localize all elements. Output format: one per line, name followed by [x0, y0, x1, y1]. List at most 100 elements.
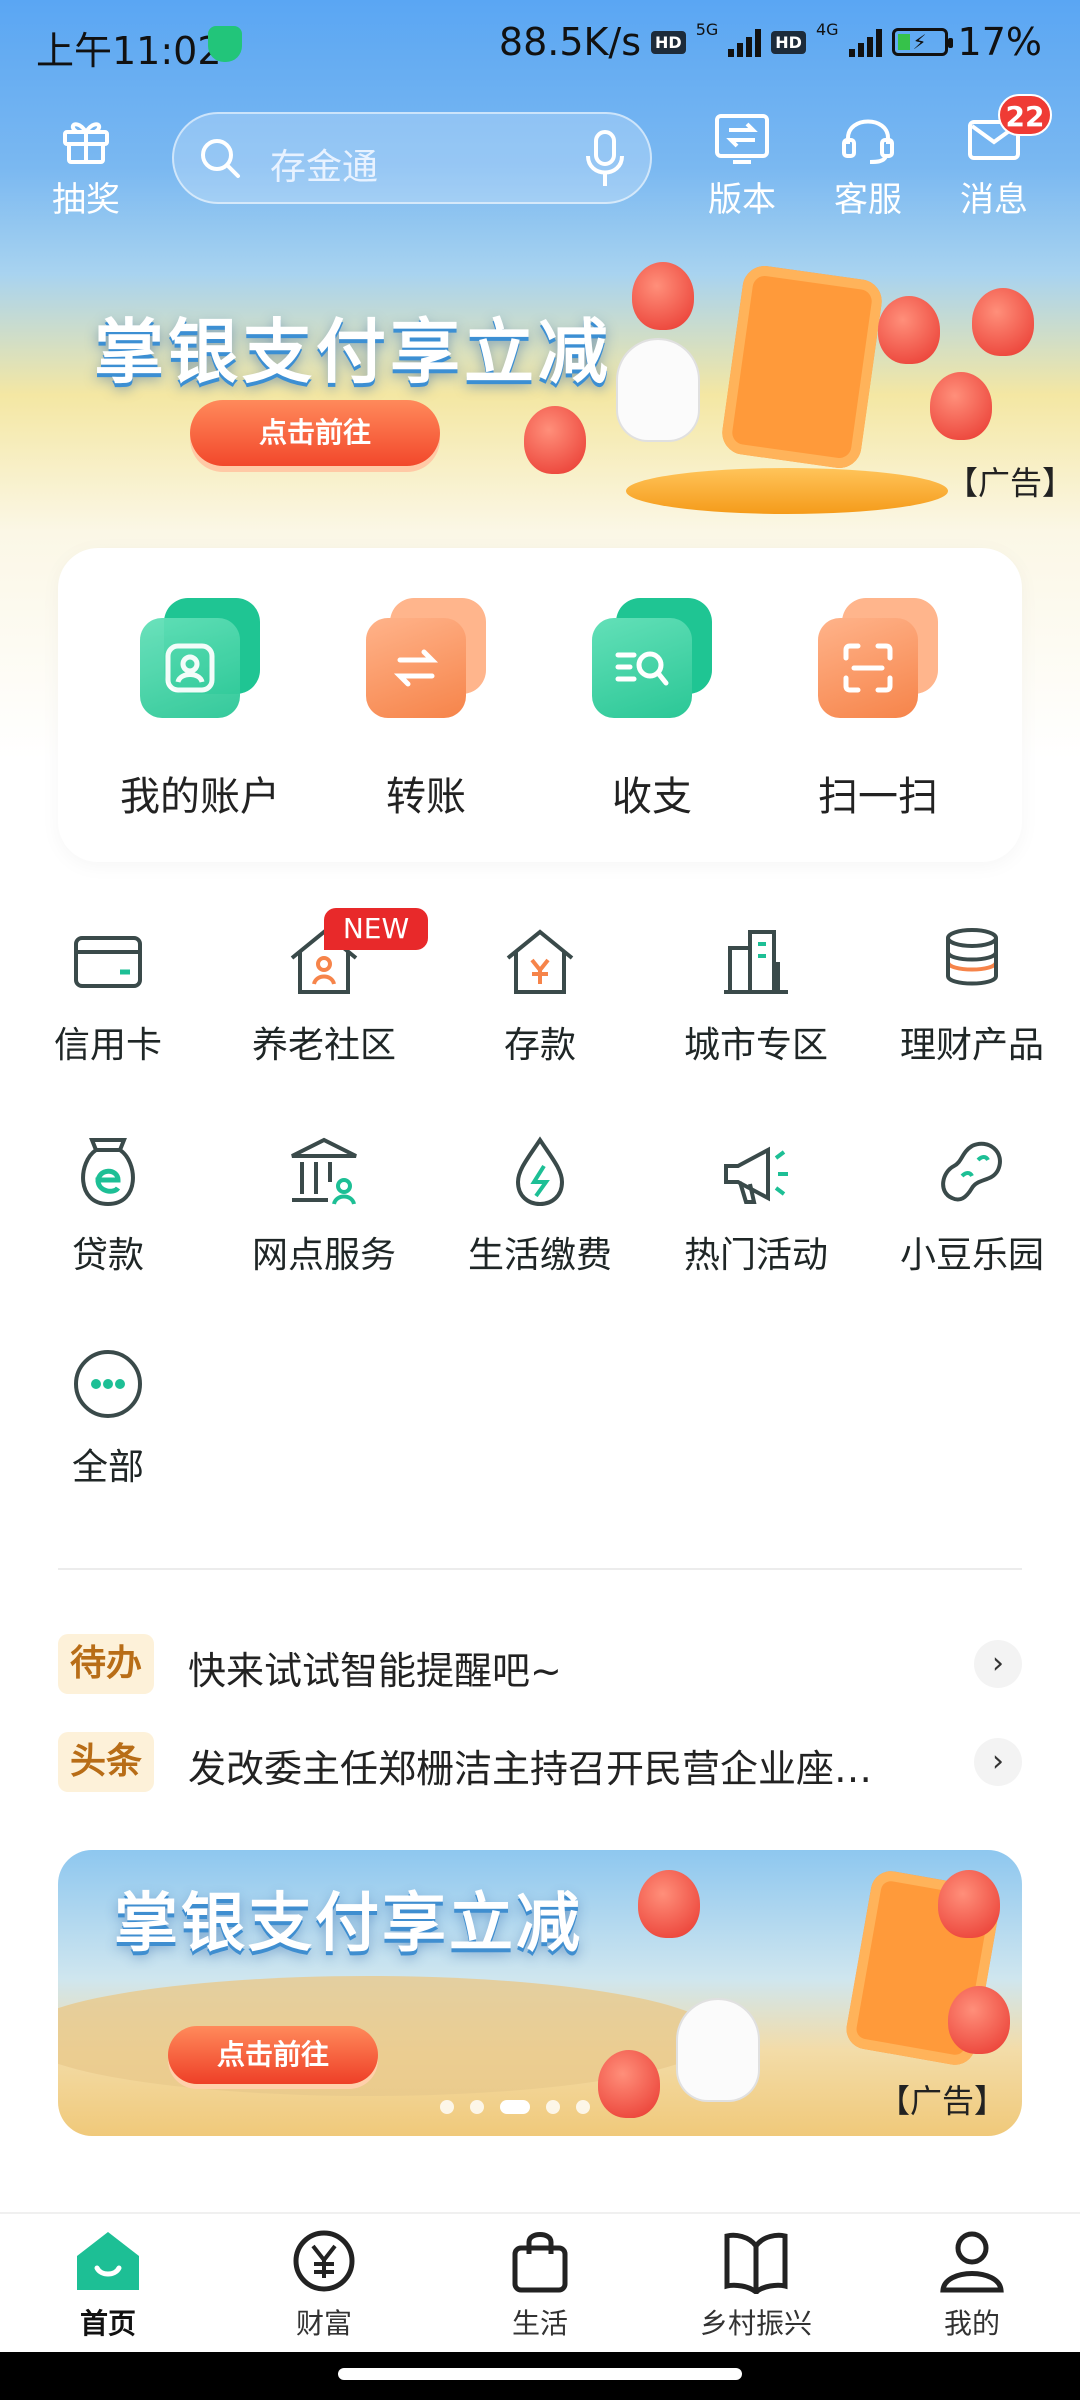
- transfer-icon: [366, 598, 486, 718]
- nav-label: 生活: [511, 2307, 568, 2340]
- wealth-product-icon: [946, 928, 998, 986]
- nav-mine[interactable]: 我的: [882, 2228, 1062, 2342]
- service-hot-activities[interactable]: 热门活动: [666, 1132, 846, 1278]
- service-wealth-products[interactable]: 理财产品: [882, 922, 1062, 1068]
- shopping-bag-icon: [512, 2232, 568, 2293]
- banner-pagination[interactable]: [440, 2100, 590, 2114]
- service-branch[interactable]: 网点服务: [234, 1132, 414, 1278]
- service-label: 小豆乐园: [899, 1235, 1044, 1276]
- nav-home[interactable]: 首页: [18, 2228, 198, 2342]
- battery-icon: ⚡: [891, 28, 953, 56]
- search-placeholder: 存金通: [270, 147, 379, 188]
- nav-label: 财富: [295, 2307, 352, 2340]
- nav-label: 首页: [79, 2307, 136, 2340]
- pagination-dot-active[interactable]: [500, 2100, 530, 2114]
- service-label: 贷款: [71, 1235, 144, 1276]
- service-deposit[interactable]: 存款: [450, 922, 630, 1068]
- pagination-dot[interactable]: [470, 2100, 484, 2114]
- lantern-decoration: [878, 296, 940, 364]
- service-utility-payment[interactable]: 生活缴费: [450, 1132, 630, 1278]
- todo-text: 快来试试智能提醒吧~: [188, 1649, 562, 1693]
- status-bar: 上午11:02 88.5K/s HD 5G HD 4G ⚡ 17%: [0, 0, 1080, 90]
- headline-notice-row[interactable]: 头条 发改委主任郑栅洁主持召开民营企业座… ›: [58, 1732, 1022, 1792]
- nav-wealth[interactable]: 财富: [234, 2228, 414, 2342]
- lottery-button[interactable]: 抽奖: [40, 112, 132, 221]
- todo-notice-row[interactable]: 待办 快来试试智能提醒吧~ ›: [58, 1634, 1022, 1694]
- todo-tag: 待办: [58, 1634, 155, 1694]
- service-credit-card[interactable]: 信用卡: [18, 922, 198, 1068]
- lantern-decoration: [524, 406, 586, 474]
- headset-icon: [842, 119, 894, 164]
- service-label: 热门活动: [683, 1235, 828, 1276]
- headline-tag: 头条: [58, 1732, 155, 1792]
- security-shield-icon: [208, 26, 242, 62]
- home-icon: [77, 2232, 139, 2290]
- version-switch-icon: [715, 114, 769, 164]
- branch-service-icon: [291, 1137, 357, 1205]
- pagination-dot[interactable]: [546, 2100, 560, 2114]
- city-zone-icon: [724, 930, 788, 994]
- battery-percent: 17%: [957, 20, 1042, 64]
- microphone-icon[interactable]: [582, 128, 628, 190]
- service-label: 信用卡: [53, 1025, 162, 1066]
- lottery-label: 抽奖: [52, 180, 120, 220]
- bottom-banner-cta-button[interactable]: 点击前往: [168, 2026, 378, 2084]
- service-loan[interactable]: 贷款: [18, 1132, 198, 1278]
- bottom-banner-title: 掌银支付享立减: [114, 1886, 583, 1961]
- signal-4g-icon: [848, 27, 882, 57]
- lantern-decoration: [638, 1870, 700, 1938]
- customer-service-label: 客服: [834, 180, 902, 220]
- service-label: 全部: [71, 1447, 144, 1488]
- lantern-decoration: [938, 1870, 1000, 1938]
- messages-label: 消息: [960, 180, 1028, 220]
- service-label: 理财产品: [899, 1025, 1044, 1066]
- service-label: 网点服务: [251, 1235, 396, 1276]
- chevron-right-icon: ›: [974, 1640, 1022, 1688]
- quick-action-my-account[interactable]: 我的账户: [110, 598, 290, 822]
- version-label: 版本: [708, 180, 776, 220]
- deposit-icon: [506, 929, 574, 994]
- lantern-decoration: [930, 372, 992, 440]
- search-bar[interactable]: 存金通: [172, 112, 652, 204]
- loan-icon: [81, 1138, 135, 1207]
- network-speed: 88.5K/s: [498, 20, 642, 64]
- mascot-illustration: [618, 340, 698, 440]
- quick-action-transfer[interactable]: 转账: [336, 598, 516, 822]
- top-banner-ad-tag: 【广告】: [946, 464, 1075, 502]
- home-gesture-indicator[interactable]: [338, 2368, 742, 2380]
- rural-revitalization-icon: [724, 2232, 788, 2294]
- network-5g-label: 5G: [695, 20, 719, 39]
- status-time: 上午11:02: [36, 29, 222, 73]
- credit-card-icon: [74, 936, 142, 988]
- bottom-promo-banner[interactable]: 掌银支付享立减 点击前往 【广告】: [58, 1850, 1022, 2136]
- service-xiaodou-park[interactable]: 小豆乐园: [882, 1132, 1062, 1278]
- version-button[interactable]: 版本: [696, 112, 788, 221]
- bottom-banner-ad-tag: 【广告】: [878, 2082, 1007, 2120]
- income-expense-icon: [592, 598, 712, 718]
- section-divider: [58, 1568, 1022, 1570]
- quick-action-scan[interactable]: 扫一扫: [788, 598, 968, 822]
- service-city-zone[interactable]: 城市专区: [666, 922, 846, 1068]
- customer-service-button[interactable]: 客服: [822, 112, 914, 221]
- nav-rural-revitalization[interactable]: 乡村振兴: [666, 2228, 846, 2342]
- pagination-dot[interactable]: [440, 2100, 454, 2114]
- signal-5g-icon: [728, 27, 762, 57]
- quick-action-income-expense[interactable]: 收支: [562, 598, 742, 822]
- service-all[interactable]: 全部: [18, 1344, 198, 1490]
- quick-action-label: 转账: [386, 774, 466, 820]
- quick-action-label: 扫一扫: [818, 774, 938, 820]
- service-label: 生活缴费: [467, 1235, 612, 1276]
- lantern-decoration: [948, 1986, 1010, 2054]
- more-icon: [74, 1350, 142, 1418]
- lantern-decoration: [632, 262, 694, 330]
- gift-icon: [63, 122, 109, 164]
- wealth-icon: [293, 2230, 355, 2292]
- top-banner-cta-button[interactable]: 点击前往: [190, 400, 440, 466]
- nav-life[interactable]: 生活: [450, 2228, 630, 2342]
- profile-icon: [940, 2231, 1004, 2293]
- pagination-dot[interactable]: [576, 2100, 590, 2114]
- search-icon: [201, 139, 240, 178]
- xiaodou-park-icon: [941, 1141, 1002, 1202]
- account-icon: [140, 598, 260, 718]
- banner-plinth-decoration: [626, 468, 948, 514]
